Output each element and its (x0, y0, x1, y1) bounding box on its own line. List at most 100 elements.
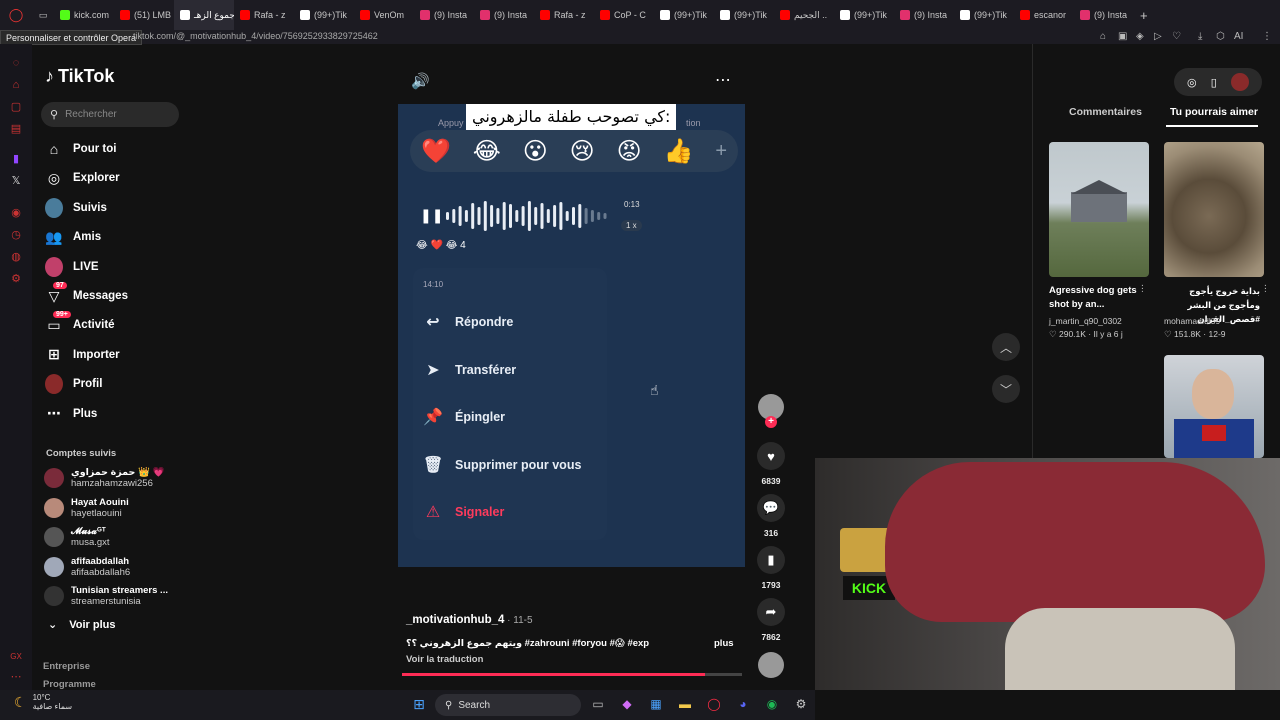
recommended-author[interactable]: mohamad.dl39 (1164, 316, 1220, 326)
user-avatar[interactable] (1230, 73, 1249, 91)
translate-button[interactable]: Voir la traduction (406, 654, 483, 665)
opera-ai-icon[interactable]: ◌ (9, 56, 23, 70)
browser-tab[interactable]: (99+)Tik (654, 0, 714, 30)
following-account[interactable]: 𝓜𝓾𝓼𝓪ᴳᵀ musa.gxt (44, 526, 110, 548)
menu-item-trash[interactable]: 🗑 Supprimer pour vous (423, 455, 581, 475)
browser-tab[interactable]: CoP - C (594, 0, 654, 30)
menu-item-pin[interactable]: 📌 Épingler (423, 407, 505, 427)
recommended-video-thumbnail[interactable] (1164, 142, 1264, 277)
browser-tab[interactable]: الجحيم .. (774, 0, 834, 30)
music-disc-avatar[interactable] (758, 652, 784, 678)
snapshot-icon[interactable]: ▣ (1118, 31, 1127, 42)
download-icon[interactable]: ⤓ (1198, 31, 1202, 42)
sidebar-item-live[interactable]: LIVE (45, 256, 99, 278)
following-account[interactable]: Hayat Aouini hayetlaouini (44, 497, 129, 519)
browser-tab[interactable]: VenOm (354, 0, 414, 30)
previous-video-button[interactable]: ︿ (992, 333, 1020, 361)
messenger-icon[interactable]: ▢ (9, 100, 23, 114)
ai-button[interactable]: AI (1234, 31, 1243, 42)
browser-tab[interactable]: Rafa - z (234, 0, 294, 30)
item-more-icon[interactable]: ⋮ (1138, 283, 1147, 294)
footer-link-programme[interactable]: Programme (43, 679, 96, 690)
file-explorer-icon[interactable]: ▬ (677, 696, 693, 712)
video-progress-bar[interactable] (402, 673, 742, 676)
sidebar-item-plus[interactable]: ⋯ Plus (45, 403, 97, 425)
new-tab-button[interactable]: + (1134, 0, 1154, 30)
browser-tab[interactable]: Rafa - z (534, 0, 594, 30)
menu-item-reply[interactable]: ↩ Répondre (423, 312, 513, 332)
video-author[interactable]: _motivationhub_4 · 11-5 (406, 614, 533, 626)
footer-link-entreprise[interactable]: Entreprise (43, 661, 90, 672)
description-more-button[interactable]: plus (714, 638, 734, 649)
browser-tab[interactable]: (99+)Tik (294, 0, 354, 30)
tab-recommended[interactable]: Tu pourrais aimer (1170, 106, 1258, 118)
recommended-video-thumbnail[interactable] (1164, 355, 1264, 458)
gx-icon[interactable]: GX (9, 650, 23, 664)
more-options-icon[interactable]: ⋯ (715, 70, 732, 90)
history-icon[interactable]: ◷ (9, 228, 23, 242)
tiktok-logo[interactable]: ♪ TikTok (45, 66, 114, 87)
recommended-author[interactable]: j_martin_q90_0302 (1049, 316, 1122, 326)
browser-tab[interactable]: (99+)Tik (834, 0, 894, 30)
sidebar-item-importer[interactable]: ⊞ Importer (45, 344, 120, 366)
store-icon[interactable]: ▦ (648, 696, 664, 712)
copilot-icon[interactable]: ◆ (619, 696, 635, 712)
steam-icon[interactable]: ⚙ (793, 696, 809, 712)
tab-comments[interactable]: Commentaires (1069, 106, 1142, 118)
search-input[interactable]: ⚲ Rechercher (41, 102, 179, 127)
weather-widget[interactable]: ☾ 10°C سماء صافية (14, 693, 72, 711)
sidebar-item-messages[interactable]: ▽ 97 Messages (45, 282, 128, 307)
opera-gx-icon[interactable]: ◯ (706, 696, 722, 712)
comment-button[interactable]: 💬 316 (757, 494, 785, 538)
browser-tab[interactable]: ويتهم جموع الزهـ (174, 0, 234, 30)
tab-overview-icon[interactable]: ▭ (32, 0, 54, 30)
task-view-icon[interactable]: ▭ (590, 696, 606, 712)
windows-start-icon[interactable]: ⊞ (411, 696, 427, 712)
shield-icon[interactable]: ◈ (1136, 31, 1144, 42)
sidebar-item-pourtoi[interactable]: ⌂ Pour toi (45, 138, 117, 160)
like-button[interactable]: ♥ 6839 (757, 442, 785, 486)
compass-icon[interactable]: ◎ (1187, 76, 1197, 89)
follow-plus-icon[interactable]: + (765, 416, 777, 428)
browser-tab[interactable]: (9) Insta (414, 0, 474, 30)
following-account[interactable]: Tunisian streamers ... streamerstunisia (44, 585, 168, 607)
volume-icon[interactable]: 🔊 (411, 72, 430, 90)
play-icon[interactable]: ▷ (1154, 31, 1162, 42)
browser-tab[interactable]: (51) LMB (114, 0, 174, 30)
sidebar-item-suivis[interactable]: Suivis (45, 197, 107, 219)
recommended-title[interactable]: Agressive dog gets shot by an... (1049, 284, 1145, 312)
menu-item-forward[interactable]: ➤ Transférer (423, 360, 516, 380)
recommended-video-thumbnail[interactable] (1049, 142, 1149, 277)
following-account[interactable]: حمزة حمزاوي 👑 💗 hamzahamzawi256 (44, 467, 164, 489)
see-more-button[interactable]: ⌄ Voir plus (48, 618, 115, 632)
menu-icon[interactable]: ⋮ (1262, 31, 1272, 42)
menu-item-report[interactable]: ⚠ Signaler (423, 502, 505, 522)
discord-icon[interactable]: ◕ (735, 696, 751, 712)
sidebar-item-explorer[interactable]: ◎ Explorer (45, 167, 120, 189)
x-icon[interactable]: 𝕏 (9, 174, 23, 188)
spotify-icon[interactable]: ◉ (764, 696, 780, 712)
browser-tab[interactable]: (9) Insta (474, 0, 534, 30)
settings-icon[interactable]: ⚙ (9, 272, 23, 286)
item-more-icon[interactable]: ⋮ (1261, 283, 1270, 294)
sidebar-item-profil[interactable]: Profil (45, 373, 102, 395)
extensions-strip-icon[interactable]: ◍ (9, 250, 23, 264)
shopping-icon[interactable]: ⌂ (9, 78, 23, 92)
news-icon[interactable]: ▤ (9, 122, 23, 136)
browser-tab[interactable]: (99+)Tik (714, 0, 774, 30)
extensions-icon[interactable]: ⬡ (1216, 31, 1225, 42)
sidebar-item-activit[interactable]: ▭ 99+ Activité (45, 311, 115, 336)
save-button[interactable]: ▮ 1793 (757, 546, 785, 590)
phone-icon[interactable]: ▯ (1211, 76, 1217, 89)
browser-tab[interactable]: (9) Insta (1074, 0, 1134, 30)
bookmark-icon[interactable]: ⌂ (1100, 31, 1106, 42)
browser-tab[interactable]: escanor (1014, 0, 1074, 30)
browser-tab[interactable]: kick.com (54, 0, 114, 30)
next-video-button[interactable]: ﹀ (992, 375, 1020, 403)
sidebar-item-amis[interactable]: 👥 Amis (45, 226, 101, 248)
following-account[interactable]: afifaabdallah afifaabdallah6 (44, 556, 130, 578)
player-icon[interactable]: ◉ (9, 206, 23, 220)
url-field[interactable]: tiktok.com/@_motivationhub_4/video/75692… (133, 31, 378, 41)
opera-menu-button[interactable]: ◯ (0, 0, 32, 30)
twitch-icon[interactable]: ▮ (9, 152, 23, 166)
